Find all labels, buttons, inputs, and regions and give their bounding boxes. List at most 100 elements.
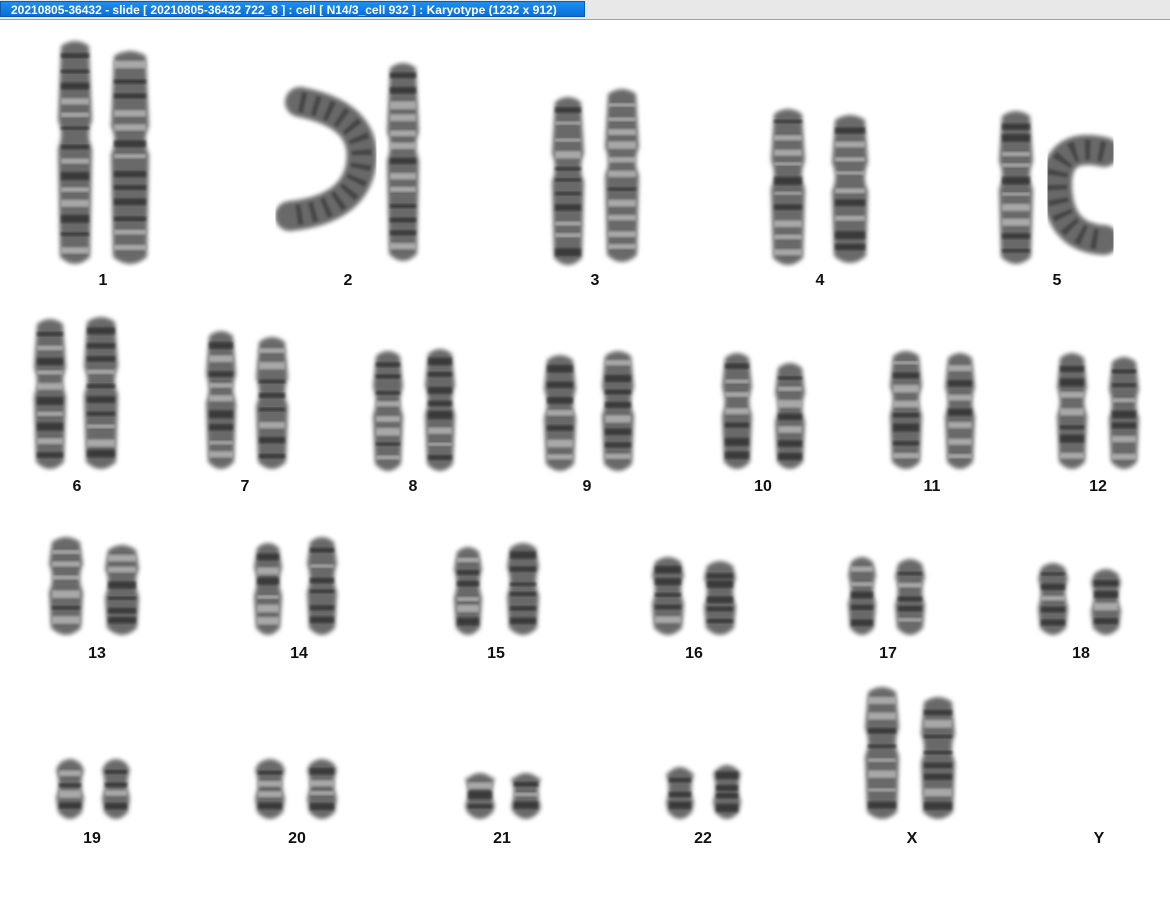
chromosome-12-homolog-b-band (1112, 369, 1136, 374)
chromosome-X-homolog-b-band (924, 734, 952, 739)
chromosome-17-homolog-b-band (898, 606, 922, 612)
chromosome-8-homolog-a-body (373, 351, 403, 471)
chromosome-X-homolog-a (865, 687, 899, 819)
chromosome-2-homolog-b-band (390, 142, 416, 150)
chromosome-17-homolog-b-band (898, 571, 922, 576)
chromosome-2-homolog-b-band (390, 87, 416, 94)
chromosome-X-homolog-a-band (868, 728, 896, 734)
chromosome-1-homolog-a-band (61, 98, 89, 105)
chromosome-15-homolog-a-band (457, 597, 479, 602)
chromosome-1-homolog-b-band (114, 171, 146, 178)
chromosome-4-homolog-a-band (774, 191, 802, 195)
chromosome-pair-17[interactable] (848, 557, 925, 635)
chromosome-16-homolog-b-band (707, 580, 733, 588)
chromosome-13-homolog-b (105, 545, 139, 635)
chromosome-17-homolog-a-band (851, 604, 873, 610)
chromosome-9-homolog-b-band (605, 401, 631, 408)
chromosome-5-homolog-a-band (1002, 203, 1030, 212)
chromosome-16-homolog-b (704, 561, 736, 635)
chromosome-pair-21[interactable] (465, 773, 541, 819)
chromosome-pair-19[interactable] (56, 759, 130, 819)
chromosome-15-homolog-b-band (510, 617, 536, 624)
chromosome-13-homolog-a (49, 537, 83, 635)
chromosome-pair-11[interactable] (890, 351, 975, 469)
chromosome-pair-22[interactable] (666, 765, 741, 819)
chromosome-13-homolog-a-band (52, 575, 80, 580)
chromosome-4-homolog-b-band (835, 188, 865, 194)
chromosome-pair-20[interactable] (255, 759, 337, 819)
chromosome-7-homolog-a-band (209, 424, 233, 431)
chromosome-9-homolog-a-band (547, 381, 573, 389)
chromosome-pair-6[interactable] (34, 317, 118, 469)
chromosome-4-homolog-b-band (835, 231, 865, 239)
chromosome-label-20: 20 (288, 830, 306, 847)
chromosome-14-homolog-a (254, 543, 282, 635)
title-bar: 20210805-36432 - slide [ 20210805-36432 … (0, 0, 1170, 20)
chromosome-11-homolog-b-band (948, 380, 972, 387)
chromosome-18-homolog-a-band (1041, 619, 1065, 626)
chromosome-13-homolog-b-band (108, 607, 136, 614)
chromosome-pair-16[interactable] (652, 557, 736, 635)
chromosome-pair-7[interactable] (206, 331, 288, 469)
chromosome-6-homolog-b-band (87, 384, 115, 389)
chromosome-label-17: 17 (879, 645, 897, 662)
chromosome-label-16: 16 (685, 645, 703, 662)
chromosome-X-homolog-a-body (865, 687, 899, 819)
chromosome-pair-12[interactable] (1057, 353, 1139, 469)
chromosome-17-homolog-b-band (898, 596, 922, 602)
chromosome-pair-2[interactable] (275, 63, 419, 261)
chromosome-4-homolog-b-band (835, 157, 865, 162)
chromosome-pair-13[interactable] (49, 537, 139, 635)
chromosome-pair-9[interactable] (544, 351, 634, 471)
chromosome-pair-10[interactable] (722, 353, 805, 469)
chromosome-pair-1[interactable] (58, 41, 149, 264)
chromosome-5-homolog-a-band (1002, 151, 1030, 157)
chromosome-X-homolog-a-band (868, 758, 896, 762)
chromosome-10-homolog-a-band (725, 437, 749, 446)
chromosome-X-homolog-b-band (924, 788, 952, 797)
chromosome-2-homolog-b-band (390, 72, 416, 79)
chromosome-2-homolog-b-band (390, 130, 416, 137)
chromosome-3-homolog-b-band (608, 157, 636, 163)
chromosome-22-homolog-b-band (716, 771, 738, 780)
chromosome-pair-14[interactable] (254, 537, 337, 635)
chromosome-12-homolog-a-band (1060, 452, 1084, 459)
chromosome-pair-3[interactable] (552, 89, 639, 265)
chromosome-16-homolog-a-band (655, 565, 681, 574)
chromosome-pair-4[interactable] (771, 109, 868, 265)
chromosome-10-homolog-b-band (778, 426, 802, 434)
chromosome-20-homolog-a (255, 759, 285, 819)
chromosome-3-homolog-a-band (555, 221, 581, 226)
chromosome-15-homolog-b-band (510, 582, 536, 586)
chromosome-X-homolog-a-band (868, 696, 896, 705)
chromosome-20-homolog-a-band (258, 770, 282, 775)
chromosome-16-homolog-a-band (655, 604, 681, 610)
chromosome-7-homolog-b-band (259, 407, 285, 412)
chromosome-5-homolog-a-body (999, 111, 1033, 264)
chromosome-1-homolog-a-band (61, 158, 89, 164)
window-title[interactable]: 20210805-36432 - slide [ 20210805-36432 … (0, 1, 585, 17)
chromosome-10-homolog-a-band (725, 363, 749, 369)
chromosome-4-homolog-b-band (835, 199, 865, 207)
chromosome-pair-15[interactable] (454, 543, 539, 635)
chromosome-label-15: 15 (487, 645, 505, 662)
chromosome-22-homolog-b-band (716, 785, 738, 791)
chromosome-10-homolog-a-band (725, 408, 749, 415)
chromosome-9-homolog-a-band (547, 409, 573, 416)
chromosome-6-homolog-b-band (87, 327, 115, 335)
chromosome-1-homolog-b-band (114, 185, 146, 190)
chromosome-label-5: 5 (1052, 272, 1062, 289)
chromosome-X-homolog-a-band (868, 712, 896, 720)
chromosome-6-homolog-a-band (37, 357, 63, 366)
chromosome-8-homolog-a-band (376, 362, 400, 367)
chromosome-pair-X[interactable] (865, 687, 955, 819)
chromosome-11-homolog-b-band (948, 408, 972, 416)
chromosome-label-7: 7 (240, 478, 250, 495)
chromosome-4-homolog-a-band (774, 162, 802, 166)
chromosome-pair-18[interactable] (1038, 563, 1121, 635)
chromosome-2-homolog-b-band (390, 101, 416, 110)
chromosome-14-homolog-a-band (257, 595, 279, 599)
chromosome-pair-5[interactable] (999, 111, 1119, 264)
chromosome-1-homolog-a-band (61, 126, 89, 130)
chromosome-pair-8[interactable] (373, 349, 455, 471)
